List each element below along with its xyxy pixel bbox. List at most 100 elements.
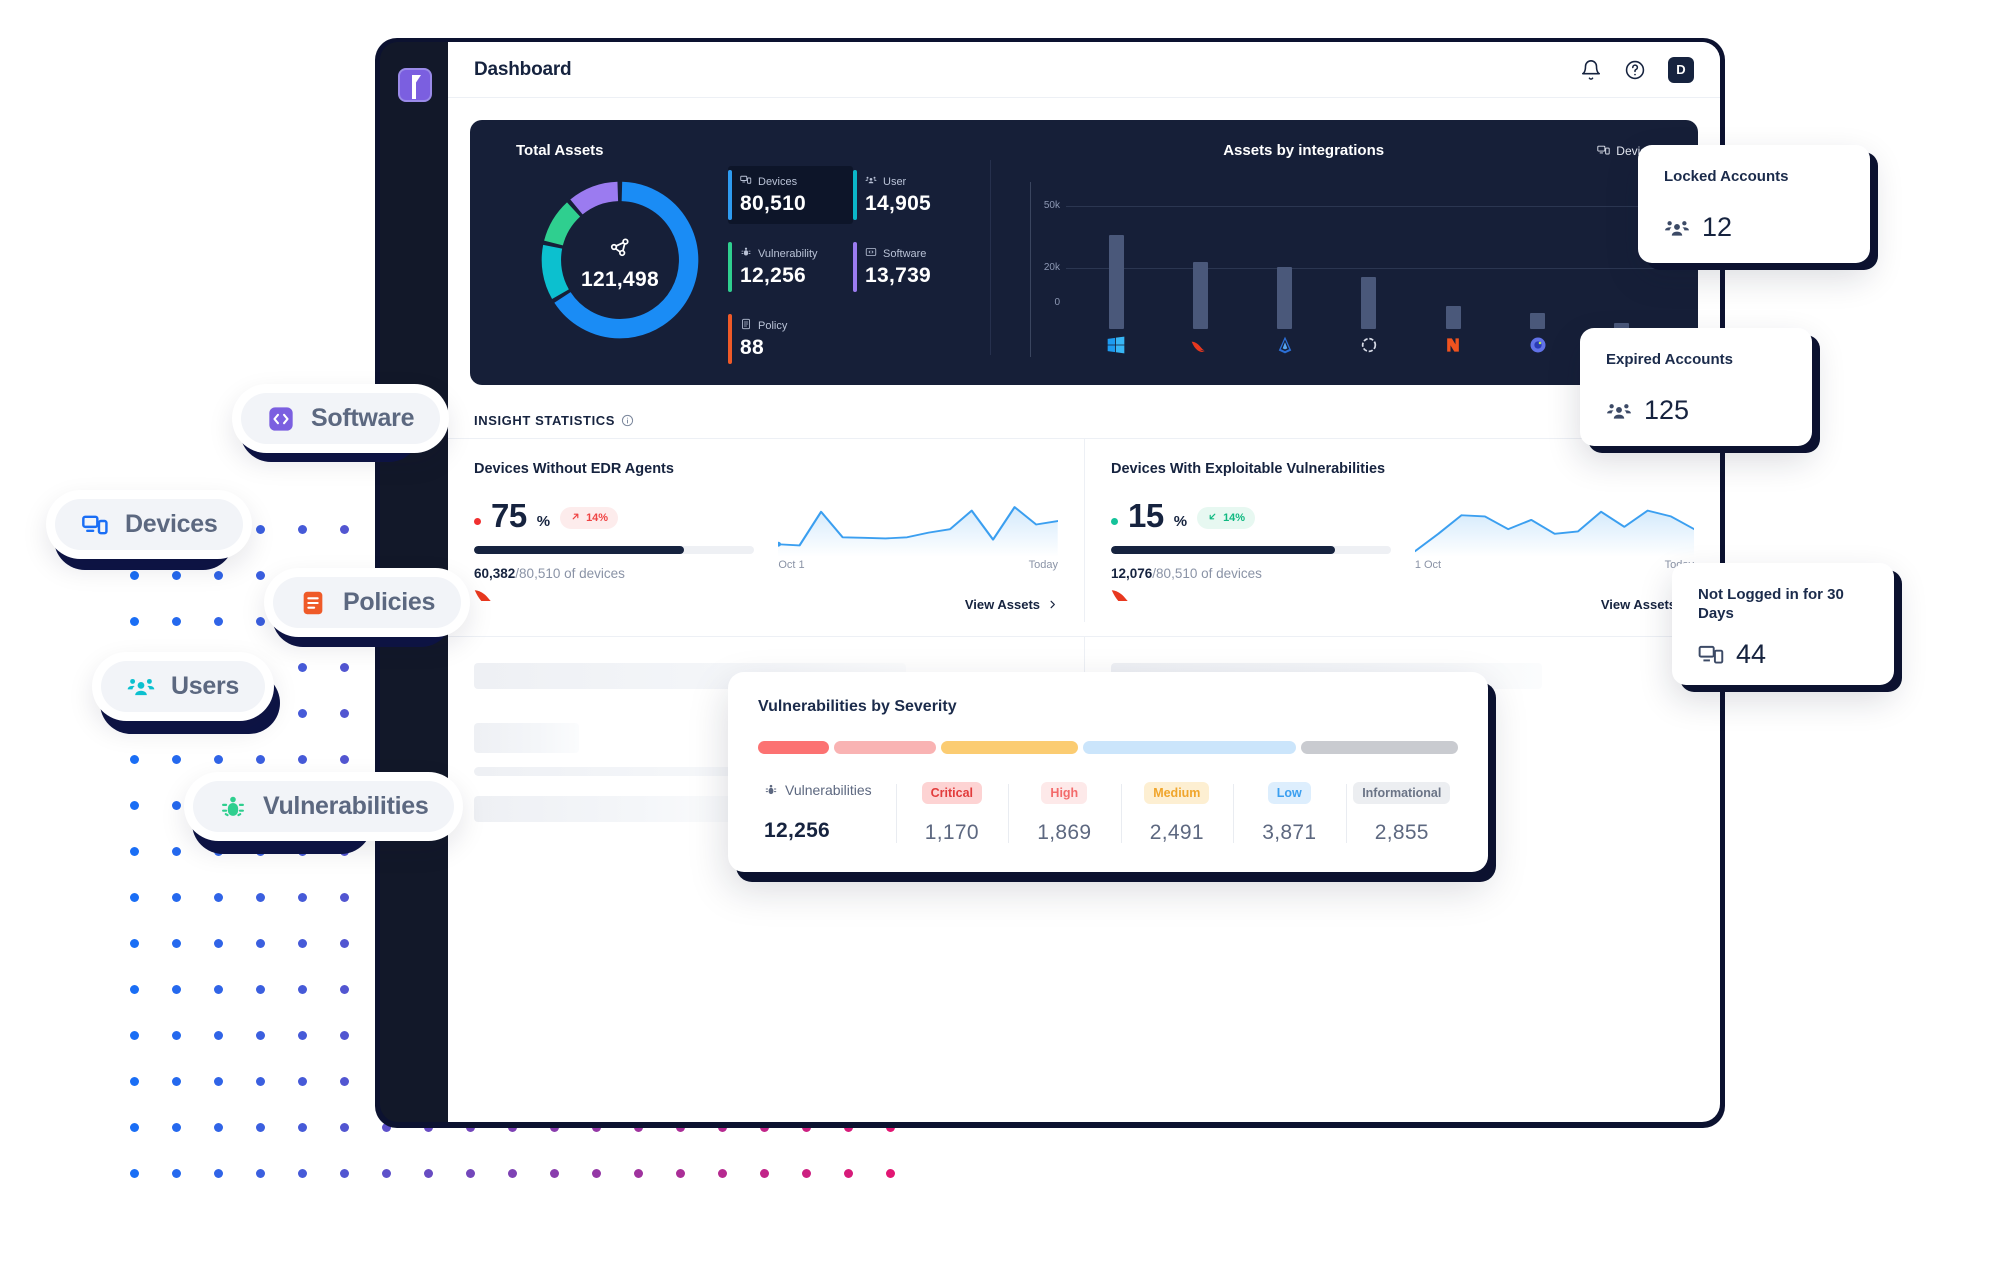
donut-total-value: 121,498 [580, 268, 659, 291]
severity-badge: Critical [921, 782, 983, 804]
floating-card-number: 125 [1644, 395, 1690, 426]
floating-card-locked-accounts[interactable]: Locked Accounts 12 [1638, 145, 1870, 263]
avatar[interactable]: D [1668, 56, 1694, 83]
logo-icon[interactable] [398, 68, 432, 102]
severity-total-label-row: Vulnerabilities [764, 782, 872, 798]
bell-icon[interactable] [1580, 59, 1602, 81]
total-assets-panel: Total Assets 121,498 Devices 80,510 User 14… [470, 120, 1698, 385]
sparkline-chart [778, 506, 1058, 557]
metric-label-row: Vulnerability [740, 246, 853, 261]
severity-segment-critical [758, 741, 829, 754]
insight-card-devices-with-exploitable-vulns: Devices With Exploitable Vulnerabilities… [1084, 439, 1720, 622]
windows-icon [1074, 333, 1158, 357]
dot [172, 755, 181, 764]
metric-label: Vulnerability [758, 247, 818, 260]
metric-label: Software [883, 247, 927, 260]
insight-delta-value: 14% [1223, 512, 1246, 524]
dot [844, 1169, 853, 1178]
dot [298, 939, 307, 948]
dot [298, 1169, 307, 1178]
insight-card-title: Devices Without EDR Agents [474, 461, 674, 477]
floating-card-expired-accounts[interactable]: Expired Accounts 125 [1580, 328, 1812, 446]
pill-label: Users [171, 672, 239, 700]
pill-software[interactable]: Software [232, 384, 450, 453]
severity-total-label: Vulnerabilities [785, 782, 872, 798]
app-screen: Dashboard D Total Assets 121,498 Devices… [448, 42, 1720, 1122]
severity-panel-title: Vulnerabilities by Severity [758, 698, 957, 715]
dot [130, 571, 139, 580]
bar [1361, 277, 1377, 329]
devices-icon [1597, 145, 1610, 155]
dot [802, 1169, 811, 1178]
metric-label-row: User [865, 174, 978, 189]
pill-policies[interactable]: Policies [264, 568, 471, 637]
dot [172, 1077, 181, 1086]
dot [340, 1123, 349, 1132]
netskope-icon [1411, 333, 1495, 357]
pill-label: Devices [125, 510, 218, 538]
dot [340, 1169, 349, 1178]
insight-percent-row: 15% 14% [1111, 499, 1391, 532]
dot [256, 755, 265, 764]
floating-card-not-logged-in[interactable]: Not Logged in for 30 Days 44 [1672, 563, 1894, 685]
pill-users[interactable]: Users [92, 652, 274, 721]
severity-column-critical: Critical 1,170 [895, 782, 1008, 845]
insight-statistics-title: INSIGHT STATISTICS [474, 413, 616, 428]
dot [130, 939, 139, 948]
pill-devices[interactable]: Devices [46, 490, 253, 559]
bar-column-netskope [1411, 188, 1495, 329]
dot [214, 1031, 223, 1040]
view-assets-label: View Assets [1600, 597, 1676, 612]
okta-icon [1327, 333, 1411, 357]
dot [214, 893, 223, 902]
dot [256, 525, 265, 534]
dot [298, 1031, 307, 1040]
metric-value: 13,739 [865, 264, 932, 287]
pill-vulnerabilities[interactable]: Vulnerabilities [184, 772, 464, 841]
dot [718, 1169, 727, 1178]
dot [214, 939, 223, 948]
insight-progress-bar [474, 546, 755, 554]
insight-card-right: 1 OctToday [1391, 499, 1694, 606]
users-icon [865, 174, 877, 189]
integration-icons-row [1074, 333, 1664, 357]
severity-column-medium: Medium 2,491 [1120, 782, 1233, 845]
software-icon [865, 246, 877, 261]
dot [340, 1031, 349, 1040]
arrow-up-right-icon [570, 511, 581, 525]
metric-accent-bar [728, 170, 732, 220]
insight-card-devices-without-edr: Devices Without EDR Agents 75% 14% 60,382/8… [448, 439, 1084, 622]
dot [172, 847, 181, 856]
dot [256, 617, 265, 626]
dot [214, 1169, 223, 1178]
dot [172, 617, 181, 626]
help-circle-icon[interactable] [1624, 59, 1646, 81]
insight-progress-bar [1111, 546, 1391, 554]
dot [298, 893, 307, 902]
view-assets-link[interactable]: View Assets [965, 597, 1058, 612]
dot [256, 985, 265, 994]
dot [214, 571, 223, 580]
metric-tile-user[interactable]: User 14,905 [853, 166, 978, 224]
crowdstrike-icon [1111, 590, 1132, 606]
dot [256, 939, 265, 948]
metric-tile-policy[interactable]: Policy 88 [728, 310, 853, 368]
vulnerability-icon [740, 246, 752, 261]
dot [214, 617, 223, 626]
dot [256, 1123, 265, 1132]
metric-value: 14,905 [865, 192, 932, 215]
pill-label: Vulnerabilities [263, 792, 429, 820]
arrow-down-left-icon [1207, 511, 1218, 525]
metric-tile-vulnerability[interactable]: Vulnerability 12,256 [728, 238, 853, 296]
top-bar: Dashboard D [448, 42, 1720, 98]
dot [340, 755, 349, 764]
insight-sub-value: 60,382 [474, 566, 516, 581]
dot [172, 1123, 181, 1132]
metric-tile-software[interactable]: Software 13,739 [853, 238, 978, 296]
dot [592, 1169, 601, 1178]
sparkline-axis-labels: Oct 1 Today [778, 559, 1058, 571]
metric-tile-devices[interactable]: Devices 80,510 [728, 166, 853, 224]
dot [550, 1169, 559, 1178]
users-icon [1665, 220, 1689, 236]
info-icon[interactable] [621, 414, 634, 427]
